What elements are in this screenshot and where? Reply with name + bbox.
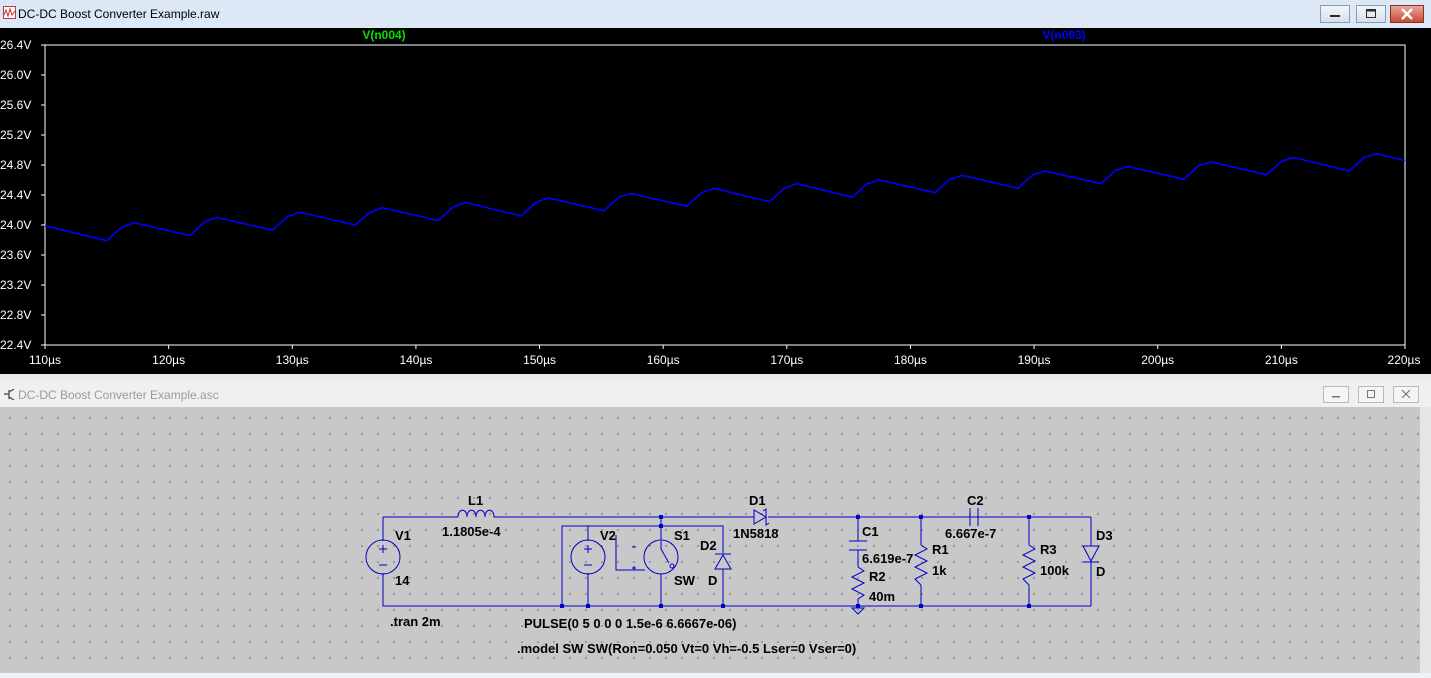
x-tick-label: 210µs (1265, 353, 1298, 367)
x-tick-label: 140µs (399, 353, 432, 367)
y-tick-label: 22.4V (0, 338, 31, 352)
l1-name-label: L1 (468, 493, 483, 508)
v2-source-symbol[interactable] (570, 539, 606, 575)
waveform-window: DC-DC Boost Converter Example.raw 26.4V 2… (0, 0, 1431, 374)
plot-frame (44, 44, 1406, 346)
y-tick-label: 23.2V (0, 278, 31, 292)
minimize-icon (1330, 15, 1340, 17)
c1-value-label: 6.619e-7 (862, 551, 913, 566)
schematic-close-button[interactable] (1393, 386, 1419, 403)
minimize-icon (1332, 396, 1340, 398)
x-tick-label: 130µs (276, 353, 309, 367)
wire (382, 573, 1091, 607)
trace-vn003-line (44, 152, 1406, 242)
c1-capacitor-symbol[interactable] (849, 540, 867, 551)
r1-name-label: R1 (932, 542, 949, 557)
x-tick-label: 180µs (894, 353, 927, 367)
trace-label-vn003[interactable]: V(n003) (1042, 28, 1085, 42)
schematic-app-icon (4, 389, 15, 400)
y-tick-label: 23.6V (0, 248, 31, 262)
x-axis: 110µs 120µs 130µs 140µs 150µs 160µs 170µs 180µs… (29, 345, 1420, 367)
v2-name-label: V2 (600, 528, 616, 543)
d3-model-label: D (1096, 564, 1105, 579)
y-tick-label: 25.6V (0, 98, 31, 112)
v1-name-label: V1 (395, 528, 411, 543)
r3-name-label: R3 (1040, 542, 1057, 557)
l1-inductor-symbol[interactable] (457, 509, 500, 518)
wire (615, 535, 645, 571)
waveform-window-title: DC-DC Boost Converter Example.raw (18, 7, 220, 21)
schematic-minimize-button[interactable] (1323, 386, 1349, 403)
schematic-window-title: DC-DC Boost Converter Example.asc (18, 388, 219, 402)
s1-model-label: SW (674, 573, 696, 588)
x-tick-label: 220µs (1388, 353, 1421, 367)
r1-resistor-symbol[interactable] (913, 544, 929, 586)
d3-diode-symbol[interactable] (1082, 545, 1100, 563)
pulse-value-label: PULSE(0 5 0 0 0 1.5e-6 6.6667e-06) (524, 616, 736, 631)
tran-directive[interactable]: .tran 2m (390, 614, 441, 629)
v1-source-symbol[interactable] (365, 539, 401, 575)
x-tick-label: 170µs (770, 353, 803, 367)
r3-value-label: 100k (1040, 563, 1070, 578)
plot-pane[interactable]: 26.4V 26.0V 25.6V 25.2V 24.8V 24.4V 24.0V 23.6V… (0, 28, 1431, 374)
waveform-app-icon (3, 6, 16, 19)
d2-diode-symbol[interactable] (714, 553, 732, 570)
schematic-maximize-button[interactable] (1358, 386, 1384, 403)
d2-name-label: D2 (700, 538, 717, 553)
v1-value-label: 14 (395, 573, 410, 588)
mdi-splitter (0, 374, 1431, 381)
y-tick-label: 24.4V (0, 188, 31, 202)
x-tick-label: 160µs (647, 353, 680, 367)
trace-label-vn004[interactable]: V(n004) (362, 28, 405, 42)
s1-name-label: S1 (674, 528, 690, 543)
l1-value-label: 1.1805e-4 (442, 524, 501, 539)
schematic-window: DC-DC Boost Converter Example.asc V1 14 … (0, 381, 1431, 673)
schematic-titlebar[interactable]: DC-DC Boost Converter Example.asc (0, 381, 1431, 407)
maximize-button[interactable] (1356, 5, 1386, 23)
d2-model-label: D (708, 573, 717, 588)
minimize-button[interactable] (1320, 5, 1350, 23)
waveform-titlebar[interactable]: DC-DC Boost Converter Example.raw (0, 0, 1431, 28)
x-tick-label: 150µs (523, 353, 556, 367)
d1-model-label: 1N5818 (733, 526, 779, 541)
close-icon (1401, 8, 1413, 20)
maximize-icon (1366, 9, 1376, 18)
schematic-drawing[interactable]: V1 14 L1 1.1805e-4 V2 S1 SW D2 D D1 1N58… (0, 407, 1420, 673)
r2-name-label: R2 (869, 569, 886, 584)
x-tick-label: 200µs (1141, 353, 1174, 367)
y-tick-label: 26.0V (0, 68, 31, 82)
r1-value-label: 1k (932, 563, 947, 578)
s1-switch-symbol[interactable] (632, 539, 679, 575)
y-tick-label: 26.4V (0, 38, 31, 52)
x-tick-label: 110µs (29, 353, 61, 367)
c2-name-label: C2 (967, 493, 984, 508)
x-tick-label: 190µs (1018, 353, 1051, 367)
model-directive[interactable]: .model SW SW(Ron=0.050 Vt=0 Vh=-0.5 Lser… (517, 641, 856, 656)
schematic-scrollbar[interactable] (1420, 407, 1431, 673)
r2-value-label: 40m (869, 589, 895, 604)
close-button[interactable] (1390, 5, 1424, 23)
y-tick-label: 22.8V (0, 308, 31, 322)
d1-name-label: D1 (749, 493, 766, 508)
c2-value-label: 6.667e-7 (945, 526, 996, 541)
y-tick-label: 24.8V (0, 158, 31, 172)
waveform-plot[interactable]: 26.4V 26.0V 25.6V 25.2V 24.8V 24.4V 24.0V 23.6V… (0, 28, 1431, 374)
c1-name-label: C1 (862, 524, 879, 539)
r3-resistor-symbol[interactable] (1021, 544, 1037, 586)
schematic-canvas[interactable]: V1 14 L1 1.1805e-4 V2 S1 SW D2 D D1 1N58… (0, 407, 1420, 673)
y-axis: 26.4V 26.0V 25.6V 25.2V 24.8V 24.4V 24.0V 23.6V… (0, 38, 45, 352)
close-icon (1401, 389, 1411, 399)
y-tick-label: 24.0V (0, 218, 31, 232)
x-tick-label: 120µs (152, 353, 185, 367)
d3-name-label: D3 (1096, 528, 1113, 543)
d1-diode-symbol[interactable] (753, 508, 770, 526)
maximize-icon (1367, 390, 1375, 398)
y-tick-label: 25.2V (0, 128, 31, 142)
